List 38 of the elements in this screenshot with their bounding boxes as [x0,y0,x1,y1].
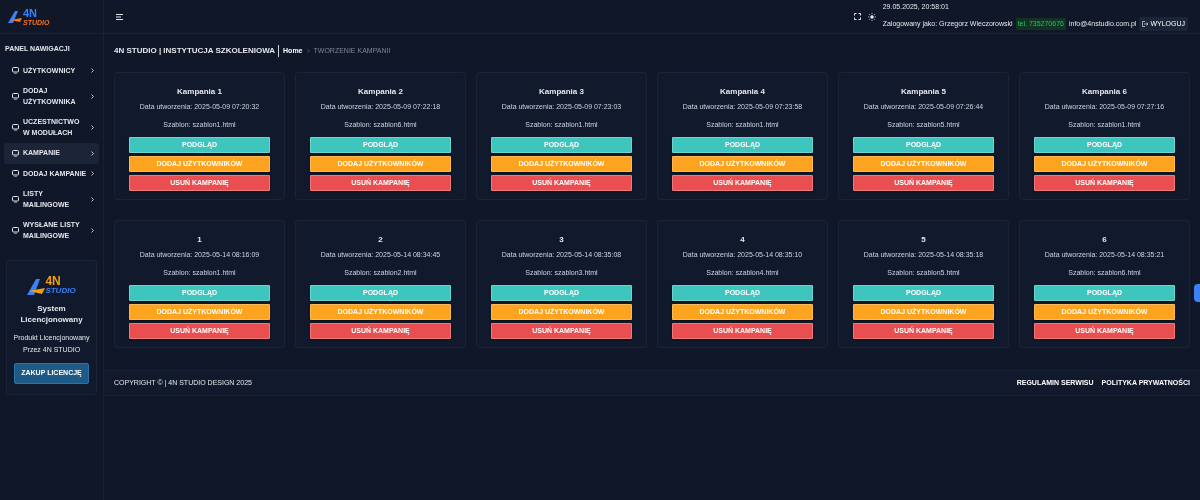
chevron-icon [91,68,94,74]
side-tab[interactable] [1194,284,1200,302]
monitor-icon [12,149,19,157]
monitor-icon [12,67,19,75]
chevron-icon [91,171,94,177]
campaign-title: Kampania 4 [719,86,766,98]
campaign-title: 6 [1101,234,1108,246]
campaign-title: Kampania 1 [176,86,223,98]
chevron-icon [91,150,94,156]
campaign-title: 1 [196,234,203,246]
logo-text: 4N [23,7,39,19]
chevron-icon [91,94,94,99]
campaign-title: 4 [739,234,746,246]
campaign-title: 3 [558,234,565,246]
chevron-icon [91,125,94,130]
logo-icon [8,10,22,23]
campaign-title: 5 [920,234,927,246]
monitor-icon [12,227,19,234]
chevron-icon [91,228,94,233]
monitor-icon [12,196,19,203]
logo-subtext: STUDIO [45,287,76,295]
campaign-title: Kampania 5 [900,86,947,98]
menu-icon[interactable] [116,13,123,20]
logo-text: 4N [45,275,62,287]
monitor-icon [12,124,19,131]
fullscreen-icon[interactable] [853,13,861,20]
monitor-icon [12,170,19,178]
chevron-icon [91,197,94,202]
page-title: 4N STUDIO | INSTYTUCJA SZKOLENIOWA [114,45,280,57]
monitor-icon [12,93,19,100]
sun-icon[interactable] [867,12,876,21]
campaign-title: 2 [377,234,384,246]
campaign-title: Kampania 2 [357,86,404,98]
campaign-title: Kampania 6 [1081,86,1128,98]
logo-icon [27,279,46,295]
campaign-title: Kampania 3 [538,86,585,98]
logout-icon [1142,20,1149,27]
license-title: System Licencjonowany [19,303,84,326]
